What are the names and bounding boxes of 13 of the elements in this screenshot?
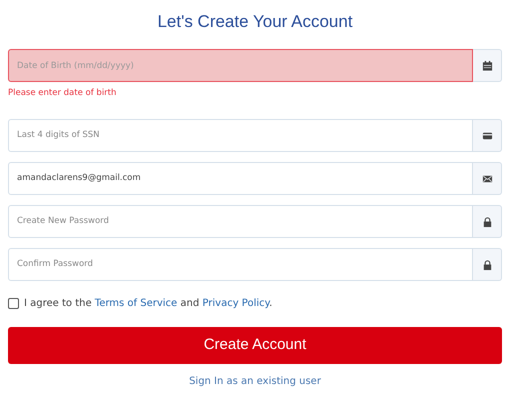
agreement-text: I agree to the Terms of Service and Privacy Policy. — [24, 297, 272, 312]
terms-link[interactable]: Terms of Service — [94, 298, 178, 310]
input-field[interactable]: Date of Birth (mm/dd/yyyy) — [8, 49, 473, 82]
error-message: Please enter date of birth — [8, 87, 118, 100]
lock-icon — [482, 258, 492, 271]
create-account-button[interactable]: Create Account — [8, 327, 502, 364]
input-field[interactable]: amandaclarens9@gmail.com — [8, 162, 473, 196]
page-title: Let's Create Your Account — [156, 12, 354, 32]
terms-link[interactable]: Privacy Policy — [202, 298, 270, 310]
checkbox[interactable] — [8, 298, 19, 310]
calendar-icon — [482, 60, 492, 72]
sign-in-link[interactable]: Sign In as an existing user — [8, 374, 502, 390]
lock-icon — [482, 216, 492, 228]
